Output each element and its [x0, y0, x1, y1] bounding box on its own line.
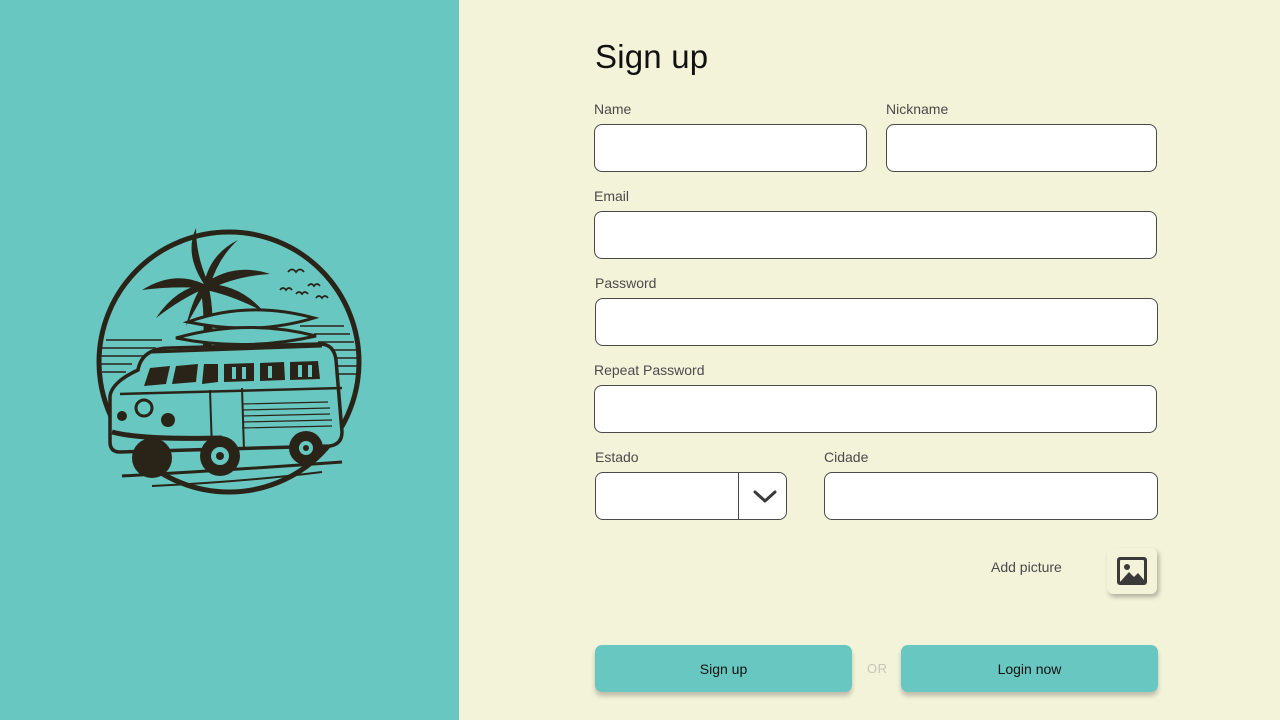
- email-label: Email: [594, 188, 630, 204]
- nickname-field[interactable]: [886, 124, 1157, 172]
- repeat-password-field[interactable]: [594, 385, 1157, 433]
- signup-button[interactable]: Sign up: [595, 645, 852, 692]
- signup-form: Sign up Name Nickname Email Password Rep…: [0, 0, 1280, 720]
- chevron-down-icon[interactable]: [752, 489, 778, 505]
- repeat-password-label: Repeat Password: [594, 362, 705, 378]
- password-field[interactable]: [595, 298, 1158, 346]
- or-separator: OR: [867, 661, 888, 676]
- cidade-field[interactable]: [824, 472, 1158, 520]
- estado-select[interactable]: [595, 472, 787, 520]
- select-divider: [738, 473, 739, 519]
- nickname-label: Nickname: [886, 101, 949, 117]
- password-label: Password: [595, 275, 657, 291]
- login-button[interactable]: Login now: [901, 645, 1158, 692]
- cidade-label: Cidade: [824, 449, 869, 465]
- add-picture-button[interactable]: [1107, 548, 1157, 594]
- page-title: Sign up: [595, 38, 709, 75]
- name-field[interactable]: [594, 124, 867, 172]
- name-label: Name: [594, 101, 632, 117]
- add-picture-label: Add picture: [991, 559, 1062, 575]
- image-icon: [1117, 557, 1147, 585]
- email-field[interactable]: [594, 211, 1157, 259]
- signup-page: Sign up Name Nickname Email Password Rep…: [0, 0, 1280, 720]
- estado-label: Estado: [595, 449, 639, 465]
